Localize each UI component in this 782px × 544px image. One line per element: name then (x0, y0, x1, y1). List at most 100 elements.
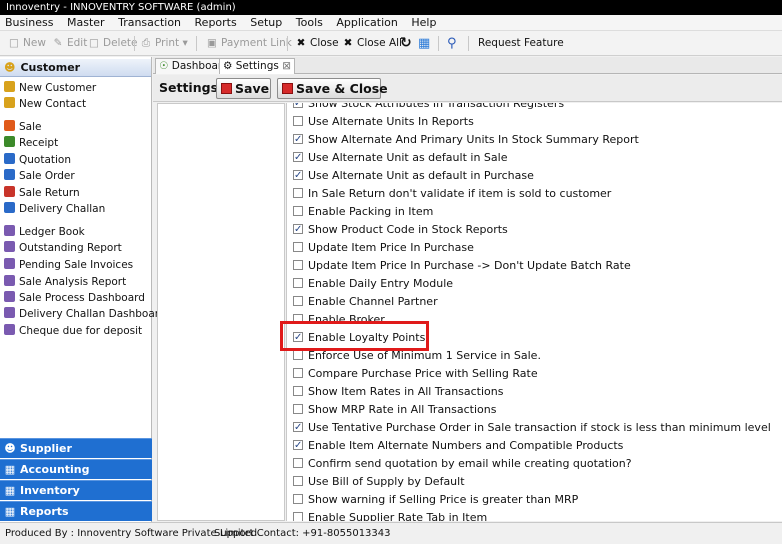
setting-checkbox[interactable] (293, 242, 303, 252)
tab-close-icon[interactable]: ⊠ (282, 60, 291, 72)
request-feature-button[interactable]: Request Feature (478, 35, 564, 52)
sidebar-item[interactable]: Delivery Challan Dashboard (4, 307, 166, 322)
settings-category-pane[interactable] (157, 103, 285, 521)
accordion-supplier[interactable]: ☻ Supplier (0, 438, 152, 458)
setting-option[interactable]: Use Tentative Purchase Order in Sale tra… (293, 420, 771, 436)
setting-checkbox[interactable] (293, 368, 303, 378)
new-icon: □ (9, 37, 19, 49)
setting-option[interactable]: In Sale Return don't validate if item is… (293, 186, 611, 202)
setting-checkbox[interactable] (293, 103, 303, 112)
save-button[interactable]: Save (216, 78, 271, 99)
setting-option[interactable]: Enable Supplier Rate Tab in Item (293, 510, 487, 521)
setting-option[interactable]: Show Product Code in Stock Reports (293, 222, 508, 238)
menu-application[interactable]: Application (331, 15, 402, 31)
setting-checkbox[interactable] (293, 278, 303, 288)
setting-option[interactable]: Use Alternate Units In Reports (293, 114, 474, 130)
new-button[interactable]: □ New (8, 35, 46, 52)
calculator-icon[interactable]: ▦ (418, 35, 430, 52)
setting-checkbox[interactable] (293, 206, 303, 216)
setting-checkbox[interactable] (293, 404, 303, 414)
setting-checkbox[interactable] (293, 260, 303, 270)
window-title: Innoventry - INNOVENTRY SOFTWARE (admin) (0, 0, 782, 15)
setting-checkbox[interactable] (293, 296, 303, 306)
setting-option[interactable]: Show MRP Rate in All Transactions (293, 402, 496, 418)
setting-label: Enable Channel Partner (308, 295, 438, 308)
sidebar-item[interactable]: Receipt (4, 136, 58, 151)
sidebar-item[interactable]: Sale Analysis Report (4, 275, 126, 290)
sidebar-header-customer[interactable]: ☻ Customer (0, 59, 151, 77)
setting-option[interactable]: Show Stock Attributes In Transaction Reg… (293, 103, 564, 112)
setting-option[interactable]: Enable Packing in Item (293, 204, 433, 220)
setting-checkbox[interactable] (293, 168, 303, 184)
sidebar-item[interactable]: Delivery Challan (4, 202, 105, 217)
tab-settings[interactable]: ⚙ Settings ⊠ (219, 58, 295, 74)
sidebar-item-icon (4, 202, 15, 213)
setting-option[interactable]: Use Bill of Supply by Default (293, 474, 465, 490)
setting-checkbox[interactable] (293, 494, 303, 504)
setting-checkbox[interactable] (293, 458, 303, 468)
search-icon[interactable]: ⚲ (447, 35, 457, 52)
setting-option[interactable]: Confirm send quotation by email while cr… (293, 456, 632, 472)
close-button[interactable]: ✖ Close (295, 35, 339, 52)
accordion-accounting[interactable]: ▦ Accounting (0, 459, 152, 479)
setting-checkbox[interactable] (293, 350, 303, 360)
refresh-icon[interactable]: ↻ (400, 35, 412, 52)
setting-option[interactable]: Update Item Price In Purchase -> Don't U… (293, 258, 631, 274)
sidebar-item[interactable]: Quotation (4, 153, 71, 168)
setting-option[interactable]: Show warning if Selling Price is greater… (293, 492, 578, 508)
payment-icon: ▣ (207, 37, 217, 49)
menu-tools[interactable]: Tools (291, 15, 328, 31)
setting-option[interactable]: Enable Daily Entry Module (293, 276, 453, 292)
setting-option[interactable]: Use Alternate Unit as default in Sale (293, 150, 507, 166)
accordion-reports[interactable]: ▦ Reports (0, 501, 152, 521)
setting-label: In Sale Return don't validate if item is… (308, 187, 612, 200)
setting-option[interactable]: Compare Purchase Price with Selling Rate (293, 366, 538, 382)
sidebar-item[interactable]: Sale Order (4, 169, 75, 184)
sidebar-item-label: Quotation (19, 154, 72, 166)
delete-button[interactable]: □ Delete (88, 35, 137, 52)
menu-business[interactable]: Business (0, 15, 59, 31)
sidebar-item-icon (4, 186, 15, 197)
setting-checkbox[interactable] (293, 222, 303, 238)
accordion-inventory[interactable]: ▦ Inventory (0, 480, 152, 500)
setting-checkbox[interactable] (293, 132, 303, 148)
setting-option[interactable]: Enable Item Alternate Numbers and Compat… (293, 438, 623, 454)
settings-options-pane[interactable]: Show Stock Attributes In Transaction Reg… (286, 103, 782, 521)
edit-button[interactable]: ✎ Edit (52, 35, 88, 52)
sidebar-item-label: Sale (19, 121, 42, 133)
setting-checkbox[interactable] (293, 512, 303, 521)
setting-checkbox[interactable] (293, 438, 303, 454)
sidebar-item[interactable]: Sale Process Dashboard (4, 291, 145, 306)
menu-transaction[interactable]: Transaction (113, 15, 186, 31)
setting-option[interactable]: Enable Channel Partner (293, 294, 438, 310)
setting-checkbox[interactable] (293, 188, 303, 198)
setting-checkbox[interactable] (293, 476, 303, 486)
sidebar-item[interactable]: Ledger Book (4, 225, 85, 240)
menu-master[interactable]: Master (62, 15, 110, 31)
setting-option[interactable]: Use Alternate Unit as default in Purchas… (293, 168, 534, 184)
setting-checkbox[interactable] (293, 386, 303, 396)
setting-option[interactable]: Update Item Price In Purchase (293, 240, 474, 256)
payment-link-button[interactable]: ▣ Payment Link (206, 35, 292, 52)
sidebar-item[interactable]: Sale Return (4, 186, 80, 201)
close-all-button[interactable]: ✖ Close All (342, 35, 402, 52)
menu-reports[interactable]: Reports (190, 15, 242, 31)
menu-help[interactable]: Help (406, 15, 441, 31)
sidebar-item[interactable]: New Contact (4, 97, 86, 112)
setting-checkbox[interactable] (293, 116, 303, 126)
print-button[interactable]: ⎙ Print ▾ (140, 35, 188, 52)
sidebar-item[interactable]: New Customer (4, 81, 96, 96)
sidebar-item[interactable]: Cheque due for deposit (4, 324, 142, 339)
scissors-close-icon: ✖ (296, 37, 306, 49)
highlight-box (280, 321, 429, 351)
menu-setup[interactable]: Setup (245, 15, 287, 31)
sidebar-item[interactable]: Sale (4, 120, 41, 135)
setting-label: Compare Purchase Price with Selling Rate (308, 367, 538, 380)
setting-checkbox[interactable] (293, 420, 303, 436)
save-close-button[interactable]: Save & Close (277, 78, 388, 99)
setting-checkbox[interactable] (293, 150, 303, 166)
setting-option[interactable]: Show Item Rates in All Transactions (293, 384, 503, 400)
sidebar-item[interactable]: Pending Sale Invoices (4, 258, 133, 273)
sidebar-item[interactable]: Outstanding Report (4, 241, 122, 256)
setting-option[interactable]: Show Alternate And Primary Units In Stoc… (293, 132, 639, 148)
